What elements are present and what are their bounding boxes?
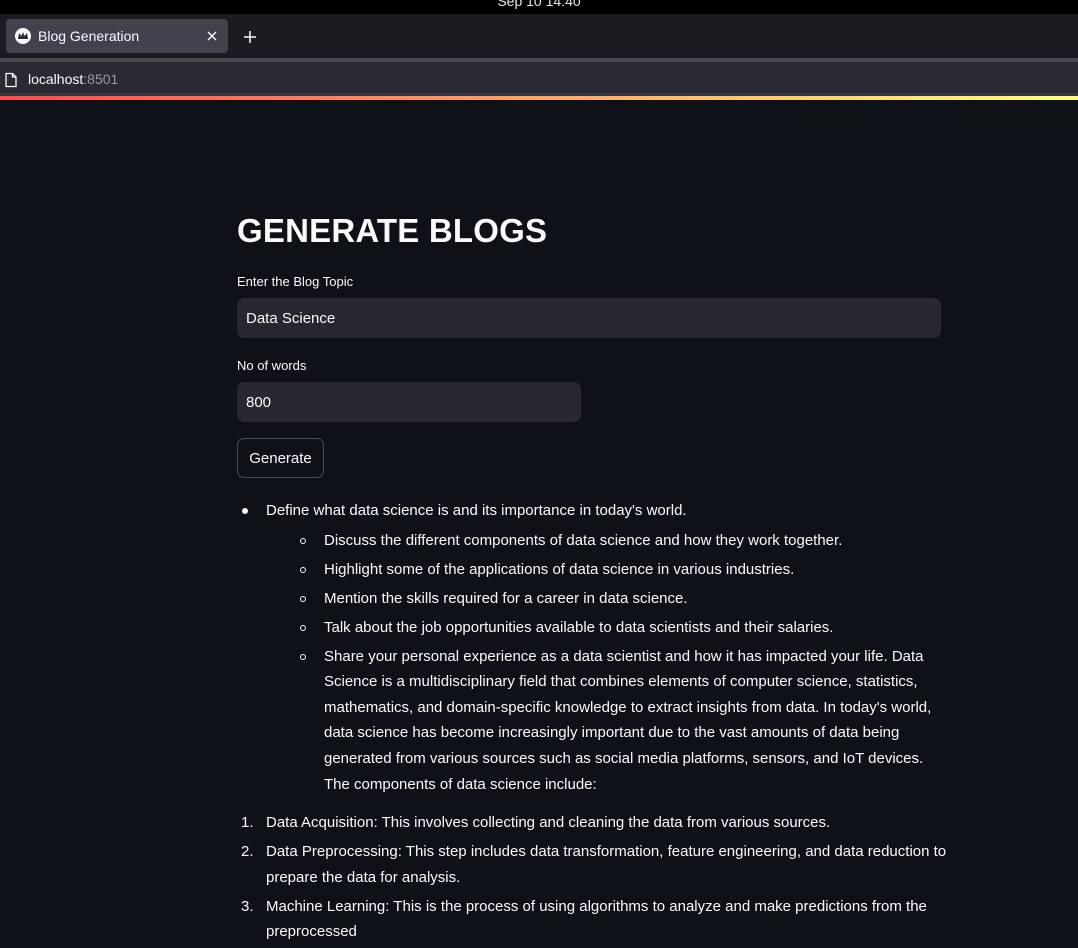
tab-title: Blog Generation: [38, 28, 140, 44]
list-item: Discuss the different components of data…: [266, 528, 947, 554]
numbered-text: Machine Learning: This is the process of…: [266, 897, 927, 941]
list-item: Define what data science is and its impo…: [237, 498, 947, 797]
page-title: GENERATE BLOGS: [237, 212, 548, 249]
sub-bullet-text: Share your personal experience as a data…: [324, 647, 932, 793]
url-host: localhost: [28, 71, 84, 87]
page-icon: [4, 72, 18, 88]
sub-bullet-text: Mention the skills required for a career…: [324, 589, 688, 607]
list-number: 2.: [241, 843, 254, 861]
topic-label: Enter the Blog Topic: [237, 274, 354, 289]
url-port: :8501: [83, 71, 119, 87]
topic-input[interactable]: [237, 298, 941, 338]
app-decoration-bar: [0, 96, 1078, 100]
url-text[interactable]: localhost:8501: [28, 71, 118, 87]
plus-icon[interactable]: [238, 25, 262, 49]
list-item: Mention the skills required for a career…: [266, 586, 947, 612]
numbered-list: 1. Data Acquisition: This involves collec…: [237, 810, 947, 945]
list-number: 3.: [241, 897, 254, 915]
bullet-circle: [300, 537, 306, 544]
url-bar[interactable]: localhost:8501: [0, 58, 1078, 96]
list-number: 1.: [241, 814, 254, 832]
bullet-circle: [300, 595, 306, 602]
list-item: Talk about the job opportunities availab…: [266, 615, 947, 641]
main-bullet-text: Define what data science is and its impo…: [266, 502, 687, 519]
os-top-bar: Sep 10 14:40: [0, 0, 1078, 14]
browser-tab[interactable]: Blog Generation: [6, 19, 228, 53]
words-label: No of words: [237, 358, 307, 373]
streamlit-crown-icon: [15, 28, 31, 44]
list-item: 3. Machine Learning: This is the process …: [237, 894, 947, 945]
sub-bullet-list: Discuss the different components of data…: [266, 528, 947, 798]
bullet-circle: [300, 653, 306, 660]
bullet-list: Define what data science is and its impo…: [237, 498, 947, 797]
list-item: Share your personal experience as a data…: [266, 644, 947, 798]
bullet-dot: [242, 508, 248, 514]
sub-bullet-text: Talk about the job opportunities availab…: [324, 618, 834, 636]
close-icon[interactable]: [202, 26, 222, 46]
bullet-circle: [300, 624, 306, 631]
generate-button[interactable]: Generate: [237, 438, 324, 478]
generated-output: Define what data science is and its impo…: [237, 498, 947, 948]
browser-tab-strip: Blog Generation: [0, 14, 1078, 58]
bullet-circle: [300, 566, 306, 573]
list-item: 2. Data Preprocessing: This step includes…: [237, 839, 947, 890]
numbered-text: Data Preprocessing: This step includes d…: [266, 843, 947, 886]
os-clock: Sep 10 14:40: [497, 0, 581, 9]
list-item: 1. Data Acquisition: This involves collec…: [237, 810, 947, 836]
list-item: Highlight some of the applications of da…: [266, 557, 947, 583]
sub-bullet-text: Highlight some of the applications of da…: [324, 560, 795, 578]
words-input[interactable]: [237, 382, 581, 422]
numbered-text: Data Acquisition: This involves collecti…: [266, 814, 831, 832]
sub-bullet-text: Discuss the different components of data…: [324, 531, 843, 549]
